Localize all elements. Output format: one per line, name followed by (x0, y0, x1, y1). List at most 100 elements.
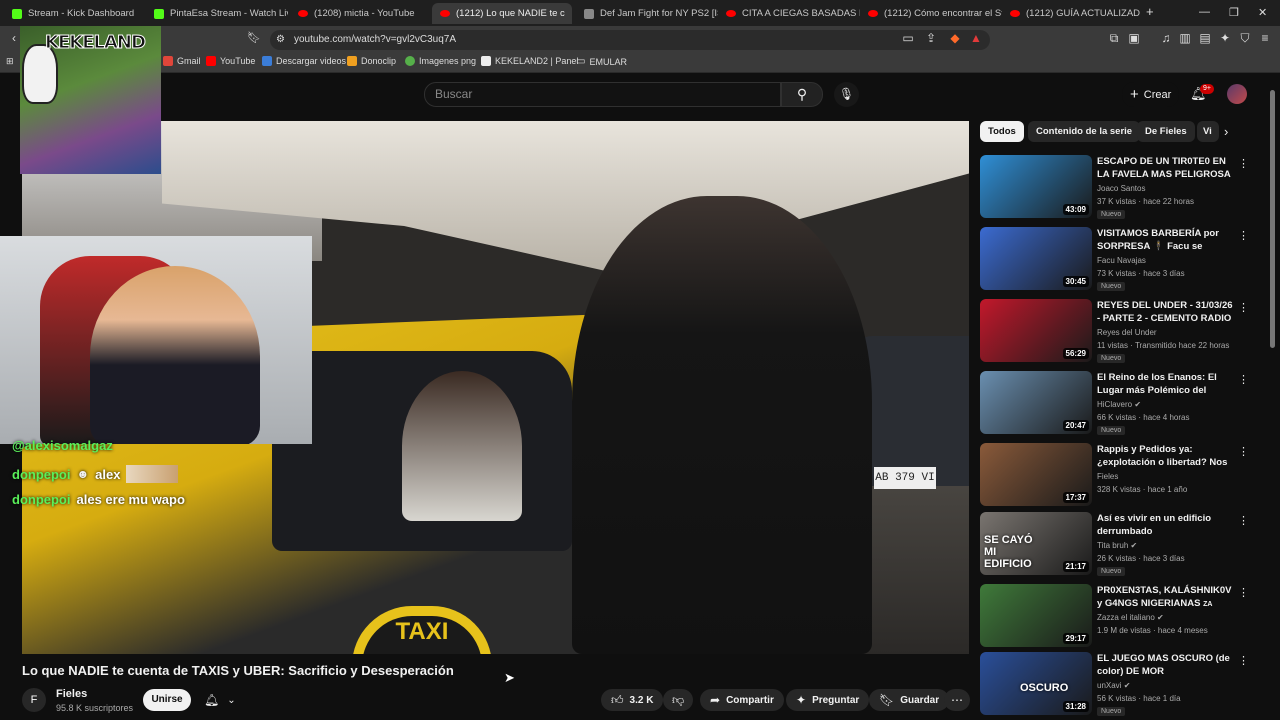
channel-avatar[interactable]: F (22, 688, 46, 712)
maximize-icon[interactable]: ❐ (1229, 6, 1239, 19)
sidebar-icon[interactable]: ▥ (1177, 31, 1193, 45)
recommendation-title[interactable]: VISITAMOS BARBERÍA por SORPRESA 🕴 Facu s… (1097, 227, 1237, 253)
video-thumbnail[interactable]: 17:37 (980, 443, 1092, 506)
browser-tab[interactable]: (1208) mictia - YouTube (290, 3, 432, 24)
channel-name[interactable]: Fieles (56, 688, 87, 700)
voice-search-button[interactable]: 🎙︎ (834, 82, 859, 107)
like-button[interactable]: 👍︎ 3.2 K (601, 689, 663, 711)
brave-shield-icon[interactable]: ◆ (947, 31, 963, 45)
recommendation-channel[interactable]: Fieles (1097, 472, 1118, 481)
ask-button[interactable]: ✦ Preguntar (786, 689, 870, 711)
video-thumbnail[interactable]: 29:17 (980, 584, 1092, 647)
recommendation-item[interactable]: 56:29 REYES DEL UNDER - 31/03/26 - PARTE… (980, 299, 1250, 363)
video-thumbnail[interactable]: 20:47 (980, 371, 1092, 434)
chat-message: @alexisomalgaz (12, 438, 113, 453)
apps-icon[interactable]: ⊞ (6, 56, 14, 67)
recommendation-channel[interactable]: Facu Navajas (1097, 256, 1146, 265)
recommendation-title[interactable]: PR0XEN3TAS, KALÁSHNIK0V y G4NGS NIGERIAN… (1097, 584, 1237, 610)
bookmark-imagenes[interactable]: Imagenes png (405, 56, 476, 66)
scrollbar[interactable] (1270, 90, 1275, 348)
menu-icon[interactable]: ≡ (1257, 31, 1273, 45)
recommendation-item[interactable]: 20:47 El Reino de los Enanos: El Lugar m… (980, 371, 1250, 435)
wallet-2-icon[interactable]: ▤ (1197, 31, 1213, 45)
join-button[interactable]: Unirse (143, 689, 191, 711)
video-thumbnail[interactable]: SE CAYÓ MI EDIFICIO 21:17 (980, 512, 1092, 575)
more-vertical-icon[interactable]: ⋮ (1238, 654, 1249, 667)
minimize-icon[interactable]: — (1199, 6, 1210, 18)
extensions-icon[interactable]: ⧉ (1106, 31, 1122, 46)
more-vertical-icon[interactable]: ⋮ (1238, 157, 1249, 170)
cast-icon[interactable]: ▭ (900, 31, 916, 45)
more-actions-button[interactable]: ⋯ (944, 689, 970, 711)
bookmark-kekeland[interactable]: KEKELAND2 | Panel (481, 56, 578, 66)
recommendation-item[interactable]: 30:45 VISITAMOS BARBERÍA por SORPRESA 🕴 … (980, 227, 1250, 291)
share-icon[interactable]: ⇪ (923, 31, 939, 45)
bookmark-emular[interactable]: ▭ EMULAR (576, 56, 627, 67)
recommendation-channel[interactable]: Joaco Santos (1097, 184, 1145, 193)
url-input[interactable]: ⚙︎ youtube.com/watch?v=gvl2vC3uq7A (270, 30, 990, 50)
search-button[interactable]: ⚲ (781, 82, 823, 107)
chip-from-channel[interactable]: De Fieles (1137, 121, 1195, 142)
rewards-icon[interactable]: ▲ (968, 31, 984, 45)
more-vertical-icon[interactable]: ⋮ (1238, 373, 1249, 386)
recommendation-item[interactable]: 17:37 Rappis y Pedidos ya: ¿explotación … (980, 443, 1250, 507)
new-tab-button[interactable]: + (1146, 4, 1154, 19)
recommendation-title[interactable]: Así es vivir en un edificio derrumbado (1097, 512, 1237, 538)
more-vertical-icon[interactable]: ⋮ (1238, 514, 1249, 527)
browser-tab[interactable]: (1212) Cómo encontrar el Stro (860, 3, 1002, 24)
recommendation-channel[interactable]: unXavi ✔︎ (1097, 681, 1130, 690)
recommendation-item[interactable]: 43:09 ESCAPO DE UN TIR0TE0 EN LA FAVELA … (980, 155, 1250, 219)
browser-tab[interactable]: PintaEsa Stream - Watch Live o (146, 3, 288, 24)
bookmark-youtube[interactable]: YouTube (206, 56, 255, 66)
more-vertical-icon[interactable]: ⋮ (1238, 586, 1249, 599)
browser-tab[interactable]: CITA A CIEGAS BASADAS EN S (718, 3, 860, 24)
subscription-notification-button[interactable]: 🔔︎ ⌄ (198, 689, 244, 711)
create-button[interactable]: + Crear (1122, 82, 1180, 107)
recommendation-title[interactable]: REYES DEL UNDER - 31/03/26 - PARTE 2 - C… (1097, 299, 1237, 325)
new-badge: Nuevo (1097, 426, 1126, 435)
video-thumbnail[interactable]: 43:09 (980, 155, 1092, 218)
bookmark-descargar[interactable]: Descargar videos (262, 56, 346, 66)
bookmark-gmail[interactable]: Gmail (163, 56, 201, 66)
chevron-right-icon[interactable]: › (1224, 124, 1228, 139)
browser-tab[interactable]: Def Jam Fight for NY PS2 [ISO ( (576, 3, 718, 24)
vpn-icon[interactable]: ⛉ (1237, 31, 1253, 46)
share-button[interactable]: ➦ Compartir (700, 689, 784, 711)
account-avatar[interactable] (1227, 84, 1247, 104)
bookmark-donoclip[interactable]: Donoclip (347, 56, 396, 66)
bookmark-icon[interactable]: 🔖︎ (246, 31, 262, 44)
tab-title: (1208) mictia - YouTube (314, 8, 415, 19)
close-window-icon[interactable]: ✕ (1258, 6, 1267, 19)
chip-series-content[interactable]: Contenido de la serie (1028, 121, 1141, 142)
recommendation-channel[interactable]: Zazza el italiano ✔︎ (1097, 613, 1164, 622)
recommendation-title[interactable]: El Reino de los Enanos: El Lugar más Pol… (1097, 371, 1237, 397)
video-thumbnail[interactable]: OSCURO 31:28 (980, 652, 1092, 715)
browser-tab-active[interactable]: (1212) Lo que NADIE te c ✕ (432, 3, 572, 24)
search-input[interactable]: Buscar (424, 82, 781, 107)
more-vertical-icon[interactable]: ⋮ (1238, 301, 1249, 314)
more-vertical-icon[interactable]: ⋮ (1238, 445, 1249, 458)
recommendation-item[interactable]: SE CAYÓ MI EDIFICIO 21:17 Así es vivir e… (980, 512, 1250, 576)
recommendation-channel[interactable]: HiClavero ✔︎ (1097, 400, 1141, 409)
recommendation-title[interactable]: EL JUEGO MAS OSCURO (de color) DE MOR (1097, 652, 1237, 678)
video-thumbnail[interactable]: 56:29 (980, 299, 1092, 362)
browser-tab[interactable]: (1212) GUÍA ACTUALIZADA Y E (1002, 3, 1140, 24)
recommendation-item[interactable]: 29:17 PR0XEN3TAS, KALÁSHNIK0V y G4NGS NI… (980, 584, 1250, 648)
more-vertical-icon[interactable]: ⋮ (1238, 229, 1249, 242)
music-icon[interactable]: ♫ (1158, 31, 1174, 45)
chip-more[interactable]: Vi (1197, 121, 1219, 142)
save-button[interactable]: 🔖︎ Guardar (869, 689, 950, 711)
video-thumbnail[interactable]: 30:45 (980, 227, 1092, 290)
browser-tab[interactable]: Stream - Kick Dashboard (4, 3, 146, 24)
recommendation-title[interactable]: ESCAPO DE UN TIR0TE0 EN LA FAVELA MAS PE… (1097, 155, 1237, 181)
recommendation-item[interactable]: OSCURO 31:28 EL JUEGO MAS OSCURO (de col… (980, 652, 1250, 716)
recommendation-title[interactable]: Rappis y Pedidos ya: ¿explotación o libe… (1097, 443, 1237, 469)
leo-ai-icon[interactable]: ✦ (1217, 31, 1233, 45)
dislike-button[interactable]: 👎︎ (663, 689, 693, 711)
chip-todos[interactable]: Todos (980, 121, 1024, 142)
recommendation-channel[interactable]: Tita bruh ✔︎ (1097, 541, 1137, 550)
site-settings-icon[interactable]: ⚙︎ (276, 30, 285, 50)
donoclip-icon (347, 56, 357, 66)
recommendation-channel[interactable]: Reyes del Under (1097, 328, 1157, 337)
wallet-icon[interactable]: ▣ (1126, 31, 1142, 45)
